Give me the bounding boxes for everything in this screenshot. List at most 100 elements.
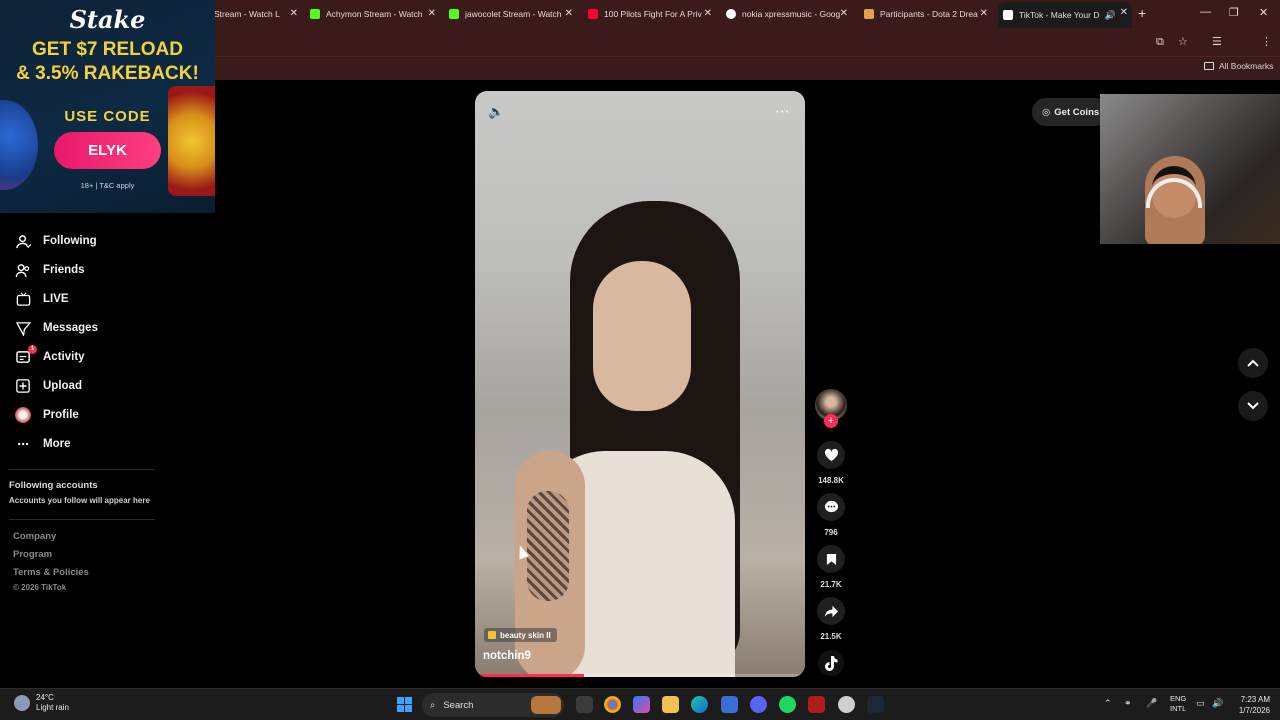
bookmark-icon — [826, 553, 836, 565]
network-icon[interactable]: ⚭ — [1124, 698, 1132, 709]
store-icon[interactable] — [721, 696, 738, 713]
share-button[interactable] — [817, 597, 845, 625]
next-video-button[interactable] — [1238, 391, 1268, 421]
close-tab-icon[interactable]: ✕ — [980, 8, 988, 19]
comment-button[interactable] — [817, 493, 845, 521]
heart-icon — [824, 448, 838, 462]
close-tab-icon[interactable]: ✕ — [428, 8, 436, 19]
save-button[interactable] — [817, 545, 845, 573]
clock[interactable]: 7:23 AM 1/7/2026 — [1228, 694, 1270, 716]
browser-tab-active[interactable]: TikTok - Make Your D 🔊 ✕ — [998, 2, 1132, 28]
edge-icon[interactable] — [691, 696, 708, 713]
speaker-icon[interactable]: 🔊 — [1105, 10, 1116, 21]
sidebar-item-activity[interactable]: 1 Activity — [15, 345, 85, 365]
streamer-webcam-overlay — [1100, 94, 1280, 244]
sidebar-item-label: Following — [43, 235, 97, 247]
like-button[interactable] — [817, 441, 845, 469]
video-progress-bar[interactable] — [475, 674, 805, 677]
following-icon — [15, 233, 31, 249]
stake-logo: Stake — [69, 5, 146, 34]
close-tab-icon[interactable]: ✕ — [1120, 7, 1128, 18]
close-tab-icon[interactable]: ✕ — [704, 8, 712, 19]
more-options-icon[interactable]: ⋯ — [775, 102, 790, 120]
sidebar-item-label: Profile — [43, 409, 79, 421]
video-username[interactable]: notchin9 — [483, 650, 531, 662]
messages-icon — [15, 320, 31, 336]
task-view-icon[interactable] — [576, 696, 593, 713]
bookmark-star-icon[interactable]: ☆ — [1178, 35, 1188, 48]
sidebar-item-upload[interactable]: Upload — [15, 378, 82, 394]
install-app-icon[interactable]: ⧉ — [1156, 36, 1164, 49]
lang-line1: ENG — [1170, 694, 1187, 703]
browser-tab[interactable]: Participants - Dota 2 Drea ✕ — [864, 3, 992, 25]
restore-icon[interactable]: ❐ — [1229, 6, 1239, 19]
video-frame-graphic — [593, 261, 691, 411]
tray-overflow-icon[interactable]: ⌃ — [1104, 698, 1112, 709]
search-highlight-icon — [531, 696, 561, 714]
sidebar-item-live[interactable]: LIVE — [15, 291, 69, 307]
tab-title: Achymon Stream - Watch — [326, 9, 423, 19]
previous-video-button[interactable] — [1238, 348, 1268, 378]
app-red-icon[interactable] — [808, 696, 825, 713]
close-window-icon[interactable]: ✕ — [1259, 6, 1268, 19]
sidebar-item-label: Activity — [43, 351, 85, 363]
browser-tab[interactable]: 100 Pilots Fight For A Priv ✕ — [588, 3, 716, 25]
footer-link-terms[interactable]: Terms & Policies — [13, 567, 89, 578]
follow-plus-icon[interactable]: + — [824, 414, 838, 428]
volume-icon[interactable]: 🔊 — [1212, 698, 1223, 709]
footer-link-company[interactable]: Company — [13, 531, 56, 542]
close-tab-icon[interactable]: ✕ — [290, 8, 298, 19]
browser-tab[interactable]: nokia xpressmusic - Goog ✕ — [726, 3, 852, 25]
spotify-icon[interactable] — [779, 696, 796, 713]
music-disc[interactable] — [818, 650, 844, 676]
ad-headline-line2: & 3.5% RAKEBACK! — [16, 63, 199, 84]
reading-list-icon[interactable]: ☰ — [1212, 35, 1222, 48]
close-tab-icon[interactable]: ✕ — [565, 8, 573, 19]
sidebar-item-friends[interactable]: Friends — [15, 262, 85, 278]
copilot-icon[interactable] — [633, 696, 650, 713]
discord-icon[interactable] — [750, 696, 767, 713]
video-player[interactable]: 🔈 ⋯ beauty skin II notchin9 — [475, 91, 805, 677]
volume-icon[interactable]: 🔈 — [488, 104, 504, 120]
tab-title: Participants - Dota 2 Drea — [880, 9, 978, 19]
stake-ad-overlay[interactable]: Stake GET $7 RELOAD & 3.5% RAKEBACK! USE… — [0, 0, 215, 213]
app-settings-icon[interactable] — [838, 696, 855, 713]
sidebar-item-label: LIVE — [43, 293, 69, 305]
close-tab-icon[interactable]: ✕ — [840, 8, 848, 19]
sidebar-divider — [9, 469, 155, 470]
profile-icon — [15, 407, 31, 423]
sidebar-divider — [9, 519, 155, 520]
steam-icon[interactable] — [867, 696, 884, 713]
live-icon — [15, 291, 31, 307]
browser-tab[interactable]: jawocolet Stream - Watch ✕ — [449, 3, 577, 25]
language-indicator[interactable]: ENG INTL — [1170, 694, 1186, 714]
get-coins-label: Get Coins — [1054, 106, 1100, 118]
ad-slot-wheel-graphic — [168, 86, 215, 196]
menu-kebab-icon[interactable]: ⋮ — [1261, 35, 1272, 48]
video-effect-tag[interactable]: beauty skin II — [484, 628, 557, 642]
weather-widget[interactable]: 24°C Light rain — [14, 693, 69, 713]
youtube-favicon-icon — [588, 9, 598, 19]
sidebar-item-messages[interactable]: Messages — [15, 320, 98, 336]
monitor-icon[interactable]: ▭ — [1196, 698, 1205, 709]
copyright: © 2026 TikTok — [13, 583, 67, 592]
browser-tab[interactable]: Stream - Watch L ✕ — [214, 3, 302, 25]
tab-title: jawocolet Stream - Watch — [465, 9, 562, 19]
all-bookmarks-button[interactable]: All Bookmarks — [1204, 61, 1273, 71]
windows-taskbar: 24°C Light rain ⌕ Search ⌃ ⚭ 🎤 ENG INTL … — [0, 688, 1280, 720]
file-explorer-icon[interactable] — [662, 696, 679, 713]
footer-link-program[interactable]: Program — [13, 549, 52, 560]
microphone-icon[interactable]: 🎤 — [1146, 698, 1157, 709]
taskbar-search[interactable]: ⌕ Search — [422, 693, 564, 717]
browser-tab[interactable]: Achymon Stream - Watch ✕ — [310, 3, 440, 25]
minimize-icon[interactable]: — — [1200, 6, 1211, 18]
ad-code-button[interactable]: ELYK — [54, 132, 161, 169]
chrome-icon[interactable] — [604, 696, 621, 713]
sidebar-item-profile[interactable]: Profile — [15, 407, 79, 423]
new-tab-icon[interactable]: + — [1138, 5, 1146, 21]
start-button[interactable] — [397, 697, 412, 712]
share-arrow-icon — [824, 605, 838, 617]
sidebar-item-following[interactable]: Following — [15, 233, 97, 249]
sidebar-item-more[interactable]: ⋯ More — [15, 436, 70, 452]
get-coins-button[interactable]: ◎ Get Coins — [1032, 98, 1110, 126]
